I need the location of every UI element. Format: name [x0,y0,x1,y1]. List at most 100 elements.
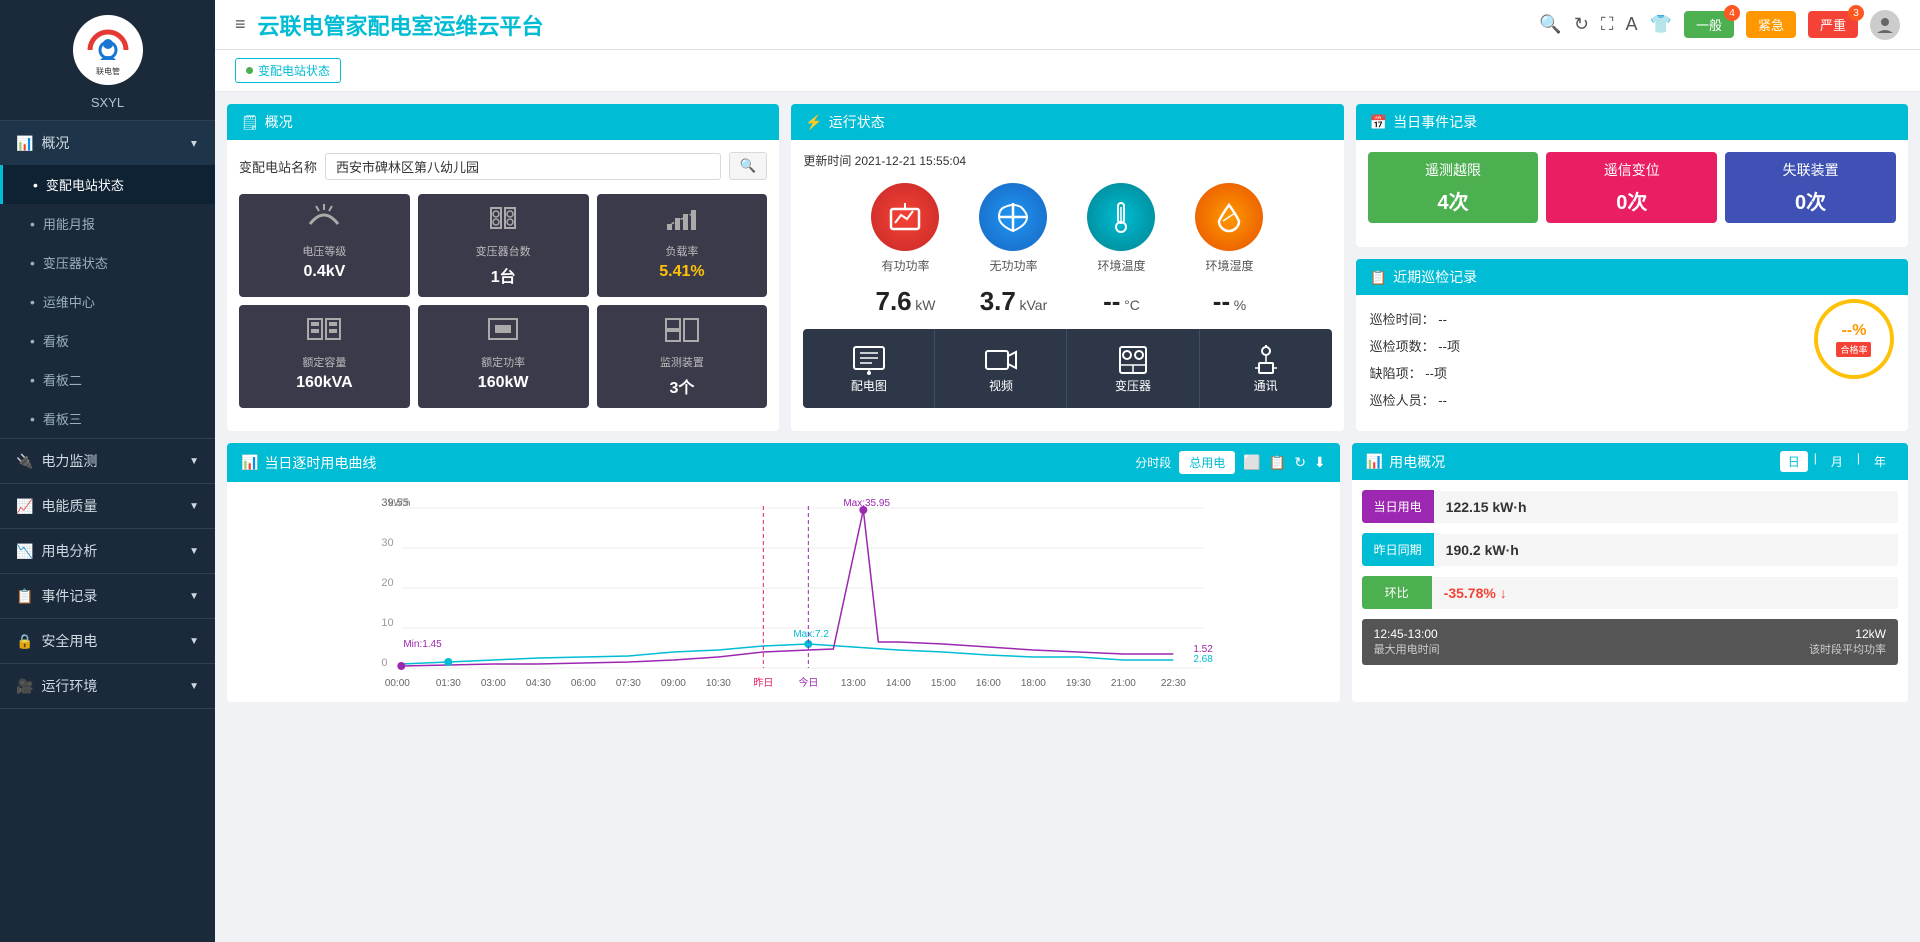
voltage-label: 电压等级 [302,243,346,259]
energy-tab-year[interactable]: 年 [1866,451,1894,472]
nav-group-event-record: 📋 事件记录 ▼ [0,574,215,619]
nav-group-run-env: 🎥 运行环境 ▼ [0,664,215,709]
energy-compare-value: -35.78% ↓ [1432,577,1898,609]
load-rate-value: 5.41% [659,263,704,281]
quick-link-diagram[interactable]: 配电图 [803,329,935,408]
sidebar-item-ops-center[interactable]: • 运维中心 [0,282,215,321]
bullet-icon: • [30,411,35,427]
svg-text:Min:1.45: Min:1.45 [403,639,442,650]
sidebar-item-board[interactable]: • 看板 [0,321,215,360]
inspect-count-label: 巡检项数： [1370,339,1435,354]
fullscreen-icon[interactable]: ⛶ [1601,14,1614,35]
metric-env-humidity: 环境湿度 [1179,183,1279,274]
svg-text:04:30: 04:30 [526,678,551,689]
metric-values-row: 7.6 kW 3.7 kVar -- °C -- [803,286,1331,317]
transformer-count-label: 变压器台数 [476,243,531,259]
energy-header-icon: 📊 [1366,453,1383,470]
severe-alert-button[interactable]: 严重 3 [1808,11,1858,38]
sidebar-item-board3[interactable]: • 看板三 [0,399,215,438]
chart-row: 📊 当日逐时用电曲线 分时段 总用电 ⬜ 📋 ↻ ⬇ [227,443,1908,702]
monitor-value: 3个 [669,374,694,398]
station-search-button[interactable]: 🔍 [729,152,768,180]
topbar-title: 云联电管家配电室运维云平台 [258,9,1540,41]
nav-group-header-safe-power[interactable]: 🔒 安全用电 ▼ [0,619,215,663]
footer-power-value: 12kW [1809,627,1886,641]
monthly-report-label: 用能月报 [43,214,95,233]
sidebar-item-board2[interactable]: • 看板二 [0,360,215,399]
energy-item-compare: 环比 -35.78% ↓ [1362,576,1898,609]
chevron-down-icon2: ▼ [189,501,199,512]
nav-group-header-energy-quality[interactable]: 📈 电能质量 ▼ [0,484,215,528]
nav-group-header-run-env[interactable]: 🎥 运行环境 ▼ [0,664,215,708]
sidebar-item-substation-status[interactable]: • 变配电站状态 [0,165,215,204]
power-diagram-icon [852,343,886,377]
nav-group-header-power-monitor[interactable]: 🔌 电力监测 ▼ [0,439,215,483]
event-record-label: 事件记录 [41,586,97,606]
sidebar-item-monthly-report[interactable]: • 用能月报 [0,204,215,243]
font-icon[interactable]: A [1626,14,1638,35]
chevron-up-icon: ▲ [189,138,199,149]
urgent-alert-button[interactable]: 紧急 [1746,11,1796,38]
energy-tab-day[interactable]: 日 [1780,451,1808,472]
energy-footer-power: 12kW 该时段平均功率 [1809,627,1886,657]
chart-icon-expand[interactable]: ⬜ [1243,454,1260,471]
station-search: 变配电站名称 🔍 [239,152,767,180]
chart-time-label: 分时段 [1135,454,1171,471]
env-humidity-circle [1195,183,1263,251]
chevron-down-icon: ▼ [189,456,199,467]
events-panel: 📅 当日事件记录 遥测越限 4次 遥信变位 0次 [1356,104,1908,247]
chart-icon-copy[interactable]: 📋 [1269,454,1286,471]
menu-icon[interactable]: ≡ [235,14,246,35]
active-power-label: 有功功率 [881,257,929,274]
normal-alert-button[interactable]: 一般 4 [1684,11,1734,38]
svg-text:联电管: 联电管 [96,66,120,76]
quick-link-comms[interactable]: 通讯 [1200,329,1332,408]
skin-icon[interactable]: 👕 [1650,14,1672,35]
svg-text:14:00: 14:00 [886,678,911,689]
chart-icon-download[interactable]: ⬇ [1314,454,1326,471]
station-input[interactable] [325,153,721,180]
monitor-icon [664,315,700,350]
nav-group-header-event-record[interactable]: 📋 事件记录 ▼ [0,574,215,618]
chart-title-area: 📊 当日逐时用电曲线 [241,453,376,473]
svg-text:01:30: 01:30 [436,678,461,689]
energy-quality-label: 电能质量 [41,496,97,516]
bullet-icon: • [30,255,35,271]
svg-text:18:00: 18:00 [1021,678,1046,689]
nav-group-header-overview[interactable]: 📊 概况 ▲ [0,121,215,165]
comms-icon [1249,343,1283,377]
gauge-wrapper: --% 合格率 [1814,309,1894,379]
telemetry-limit-count: 4次 [1376,186,1531,215]
energy-quality-icon: 📈 [16,498,33,515]
nav-group-header-energy-analysis[interactable]: 📉 用电分析 ▼ [0,529,215,573]
chart-tab-total[interactable]: 总用电 [1179,451,1235,474]
topbar: ≡ 云联电管家配电室运维云平台 🔍 ↻ ⛶ A 👕 一般 4 紧急 严重 3 [215,0,1920,50]
chart-title-text: 当日逐时用电曲线 [264,453,376,473]
signal-change-btn[interactable]: 遥信变位 0次 [1546,152,1717,223]
energy-title-text: 用电概况 [1389,452,1445,472]
env-humidity-label: 环境湿度 [1205,257,1253,274]
safe-power-label: 安全用电 [41,631,97,651]
logo-svg: 联电管 [80,22,136,78]
voltage-icon [306,204,342,239]
breadcrumb-tag[interactable]: 变配电站状态 [235,58,341,83]
reactive-power-number: 3.7 [980,286,1016,316]
board-label: 看板 [43,331,69,350]
topbar-actions: 🔍 ↻ ⛶ A 👕 一般 4 紧急 严重 3 [1539,10,1900,40]
lost-device-btn[interactable]: 失联装置 0次 [1725,152,1896,223]
telemetry-limit-btn[interactable]: 遥测越限 4次 [1368,152,1539,223]
active-power-number: 7.6 [875,286,911,316]
chart-icon-refresh[interactable]: ↻ [1294,454,1306,471]
inspect-defect-value: --项 [1425,366,1447,381]
sidebar-item-transformer-status[interactable]: • 变压器状态 [0,243,215,282]
safe-power-icon: 🔒 [16,633,33,650]
refresh-icon[interactable]: ↻ [1574,14,1589,35]
monitor-label: 监测装置 [660,354,704,370]
energy-tab-month[interactable]: 月 [1823,451,1851,472]
quick-link-transformer[interactable]: 变压器 [1067,329,1199,408]
quick-link-video[interactable]: 视频 [935,329,1067,408]
sidebar: 联电管 SXYL 📊 概况 ▲ • 变配电站状态 • [0,0,215,942]
user-avatar[interactable] [1870,10,1900,40]
load-rate-label: 负载率 [665,243,698,259]
search-icon[interactable]: 🔍 [1539,14,1561,35]
